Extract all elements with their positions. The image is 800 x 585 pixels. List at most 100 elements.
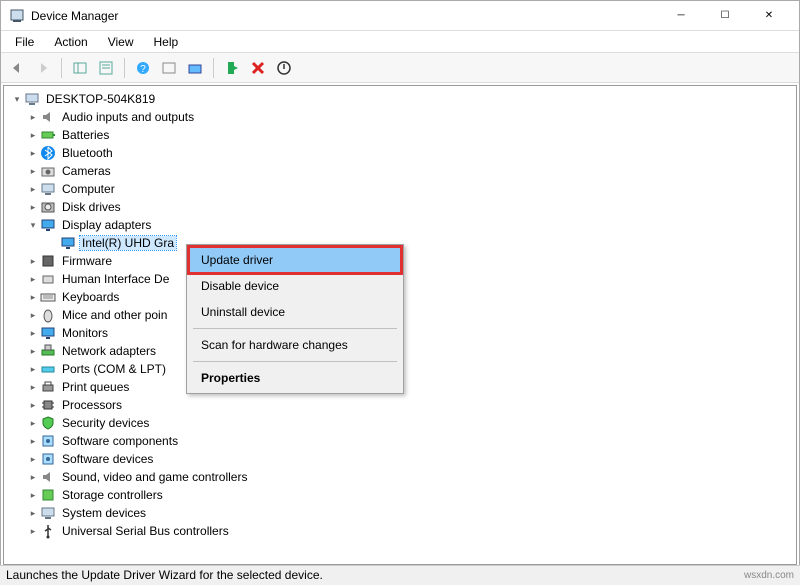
ctx-scan-hardware[interactable]: Scan for hardware changes <box>189 332 401 358</box>
action-button[interactable] <box>157 56 181 80</box>
show-hide-button[interactable] <box>68 56 92 80</box>
expander-icon[interactable]: ▸ <box>26 274 40 285</box>
expander-icon[interactable]: ▸ <box>26 112 40 123</box>
expander-icon[interactable]: ▸ <box>26 490 40 501</box>
expander-icon[interactable]: ▾ <box>10 94 24 105</box>
tree-item-label: Ports (COM & LPT) <box>60 362 168 376</box>
expander-icon[interactable]: ▸ <box>26 328 40 339</box>
help-button[interactable]: ? <box>131 56 155 80</box>
tree-category[interactable]: ▸ Universal Serial Bus controllers <box>10 522 792 540</box>
expander-icon[interactable]: ▸ <box>26 310 40 321</box>
tree-category[interactable]: ▸Software components <box>10 432 792 450</box>
tree-category[interactable]: ▸ Sound, video and game controllers <box>10 468 792 486</box>
maximize-button[interactable]: ☐ <box>703 2 747 30</box>
ctx-properties[interactable]: Properties <box>189 365 401 391</box>
software-icon <box>40 451 56 467</box>
port-icon <box>40 361 56 377</box>
watermark: wsxdn.com <box>744 570 794 581</box>
tree-category[interactable]: ▸Software devices <box>10 450 792 468</box>
menu-view[interactable]: View <box>100 33 142 51</box>
expander-icon[interactable]: ▸ <box>26 418 40 429</box>
tree-category[interactable]: ▸Storage controllers <box>10 486 792 504</box>
tree-item-label: Cameras <box>60 164 113 178</box>
tree-item-label: Keyboards <box>60 290 121 304</box>
display-icon <box>40 217 56 233</box>
properties-button[interactable] <box>94 56 118 80</box>
tree-item-label: Security devices <box>60 416 151 430</box>
ctx-update-driver[interactable]: Update driver <box>189 247 401 273</box>
app-icon <box>9 8 25 24</box>
expander-icon[interactable]: ▸ <box>26 166 40 177</box>
tree-item-label: Mice and other poin <box>60 308 169 322</box>
minimize-button[interactable]: ─ <box>659 2 703 30</box>
expander-icon[interactable]: ▸ <box>26 454 40 465</box>
audio-icon <box>40 109 56 125</box>
tree-category[interactable]: ▸ System devices <box>10 504 792 522</box>
menu-help[interactable]: Help <box>146 33 187 51</box>
expander-icon[interactable]: ▸ <box>26 184 40 195</box>
expander-icon[interactable]: ▸ <box>26 508 40 519</box>
expander-icon[interactable]: ▸ <box>26 436 40 447</box>
ctx-separator <box>193 361 397 362</box>
expander-icon[interactable]: ▸ <box>26 130 40 141</box>
back-button[interactable] <box>5 56 29 80</box>
expander-icon[interactable]: ▸ <box>26 400 40 411</box>
close-button[interactable]: ✕ <box>747 2 791 30</box>
disable-button[interactable] <box>272 56 296 80</box>
display-icon <box>40 325 56 341</box>
tree-category[interactable]: ▸ Cameras <box>10 162 792 180</box>
expander-icon[interactable]: ▸ <box>26 292 40 303</box>
tree-category[interactable]: ▸ Computer <box>10 180 792 198</box>
storage-icon <box>40 487 56 503</box>
camera-icon <box>40 163 56 179</box>
tree-item-label: DESKTOP-504K819 <box>44 92 157 106</box>
computer-icon <box>40 505 56 521</box>
ctx-uninstall-device[interactable]: Uninstall device <box>189 299 401 325</box>
tree-item-label: System devices <box>60 506 148 520</box>
device-tree-panel[interactable]: ▾ DESKTOP-504K819 ▸Audio inputs and output… <box>3 85 797 565</box>
tree-category[interactable]: ▸Disk drives <box>10 198 792 216</box>
disk-icon <box>40 199 56 215</box>
tree-category[interactable]: ▸ Processors <box>10 396 792 414</box>
ctx-disable-device[interactable]: Disable device <box>189 273 401 299</box>
tree-item-label: Human Interface De <box>60 272 171 286</box>
usb-icon <box>40 523 56 539</box>
expander-icon[interactable]: ▸ <box>26 472 40 483</box>
uninstall-button[interactable] <box>246 56 270 80</box>
firmware-icon <box>40 253 56 269</box>
menu-file[interactable]: File <box>7 33 42 51</box>
tree-item-label: Sound, video and game controllers <box>60 470 249 484</box>
printer-icon <box>40 379 56 395</box>
ctx-separator <box>193 328 397 329</box>
tree-category[interactable]: ▸Audio inputs and outputs <box>10 108 792 126</box>
expander-icon[interactable]: ▸ <box>26 346 40 357</box>
scan-button[interactable] <box>183 56 207 80</box>
toolbar-separator <box>124 58 125 78</box>
expander-icon[interactable]: ▸ <box>26 364 40 375</box>
tree-category[interactable]: ▾Display adapters <box>10 216 792 234</box>
tree-item-label: Batteries <box>60 128 111 142</box>
tree-root-node[interactable]: ▾ DESKTOP-504K819 <box>10 90 792 108</box>
toolbar-separator <box>213 58 214 78</box>
context-menu: Update driver Disable device Uninstall d… <box>186 244 404 394</box>
expander-icon[interactable]: ▸ <box>26 382 40 393</box>
mouse-icon <box>40 307 56 323</box>
expander-icon[interactable]: ▸ <box>26 526 40 537</box>
update-driver-button[interactable] <box>220 56 244 80</box>
tree-category[interactable]: ▸Bluetooth <box>10 144 792 162</box>
titlebar: Device Manager ─ ☐ ✕ <box>1 1 799 31</box>
audio-icon <box>40 469 56 485</box>
forward-button[interactable] <box>31 56 55 80</box>
tree-item-label: Universal Serial Bus controllers <box>60 524 231 538</box>
tree-item-label: Processors <box>60 398 124 412</box>
tree-item-label: Firmware <box>60 254 114 268</box>
tree-category[interactable]: ▸ Security devices <box>10 414 792 432</box>
computer-icon <box>40 181 56 197</box>
menu-action[interactable]: Action <box>46 33 95 51</box>
tree-category[interactable]: ▸ Batteries <box>10 126 792 144</box>
expander-icon[interactable]: ▾ <box>26 220 40 231</box>
tree-item-label: Computer <box>60 182 117 196</box>
expander-icon[interactable]: ▸ <box>26 256 40 267</box>
expander-icon[interactable]: ▸ <box>26 148 40 159</box>
expander-icon[interactable]: ▸ <box>26 202 40 213</box>
